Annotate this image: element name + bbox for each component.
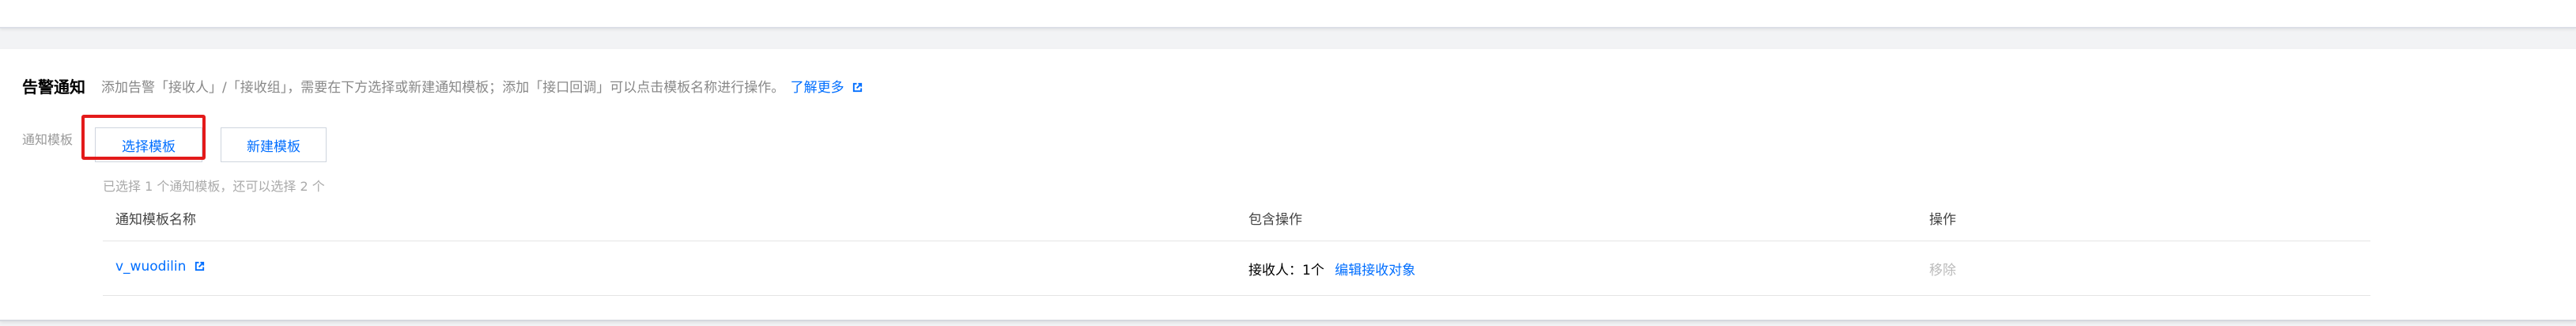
- template-name: v_wuodilin: [115, 259, 187, 275]
- section-title: 告警通知: [22, 78, 85, 97]
- template-name-link[interactable]: v_wuodilin: [115, 259, 206, 275]
- table-header: 通知模板名称 包含操作 操作: [103, 203, 2370, 241]
- included-actions-cell: 接收人：1个 编辑接收对象: [1248, 259, 1415, 279]
- external-link-icon: [852, 82, 863, 93]
- notification-template-label: 通知模板: [22, 132, 74, 147]
- section-description: 添加告警「接收人」/「接收组」，需要在下方选择或新建通知模板；添加「接口回调」可…: [101, 76, 863, 96]
- column-header-included-actions: 包含操作: [1248, 212, 1302, 228]
- remove-action[interactable]: 移除: [1929, 259, 1956, 279]
- description-text: 添加告警「接收人」/「接收组」，需要在下方选择或新建通知模板；添加「接口回调」可…: [101, 80, 785, 96]
- top-panel: [0, 0, 2576, 28]
- column-header-template-name: 通知模板名称: [115, 212, 196, 228]
- highlight-annotation-box: [81, 115, 206, 160]
- selected-count-info: 已选择 1 个通知模板，还可以选择 2 个: [103, 179, 325, 194]
- learn-more-label: 了解更多: [790, 80, 844, 96]
- template-table: 通知模板名称 包含操作 操作 v_wuodilin 接收人：1个 编辑接收对象 …: [103, 203, 2370, 296]
- column-header-operation: 操作: [1929, 212, 1956, 228]
- receivers-count: 接收人：1个: [1248, 263, 1324, 279]
- external-link-icon: [195, 261, 204, 271]
- table-row: v_wuodilin 接收人：1个 编辑接收对象 移除: [103, 241, 2370, 296]
- new-template-button[interactable]: 新建模板: [221, 127, 327, 162]
- edit-receivers-link[interactable]: 编辑接收对象: [1335, 263, 1415, 279]
- learn-more-link[interactable]: 了解更多: [791, 80, 863, 96]
